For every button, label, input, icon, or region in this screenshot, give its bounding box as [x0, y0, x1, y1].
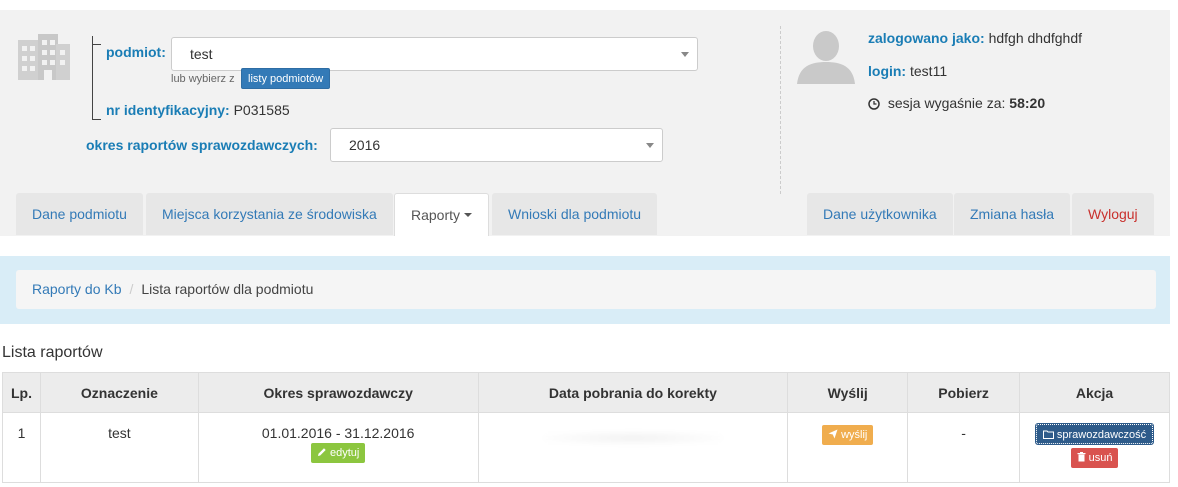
- login-line: login: test11: [868, 63, 947, 79]
- podmiot-label: podmiot:: [106, 44, 166, 60]
- vertical-divider: [780, 26, 781, 194]
- tab-label: Miejsca korzystania ze środowiska: [162, 206, 377, 222]
- delete-button-label: usuń: [1088, 452, 1113, 464]
- tab-label: Dane użytkownika: [823, 206, 937, 222]
- clock-icon: [868, 97, 880, 113]
- trash-icon: [1077, 449, 1086, 469]
- tab-label: Wnioski dla podmiotu: [508, 206, 642, 222]
- header-panel: podmiot: test lub wybierz z listy podmio…: [0, 10, 1170, 236]
- cell-lp: 1: [2, 412, 41, 483]
- okres-row: okres raportów sprawozdawczych:: [86, 137, 318, 153]
- avatar: [795, 26, 857, 87]
- edit-button-label: edytuj: [329, 447, 360, 459]
- cell-oznaczenie: test: [39, 412, 199, 483]
- cell-pobierz: -: [907, 412, 1021, 483]
- field-bracket: [92, 36, 102, 120]
- breadcrumb-panel: Raporty do Kb / Lista raportów dla podmiot…: [0, 256, 1170, 324]
- building-icon: [14, 32, 72, 83]
- col-header-lp: Lp.: [2, 372, 41, 413]
- tab-wnioski[interactable]: Wnioski dla podmiotu: [492, 193, 658, 235]
- redacted-date: [542, 431, 723, 445]
- caret-down-icon: [464, 213, 473, 217]
- pencil-icon: [317, 444, 327, 464]
- col-header-wyslij: Wyślij: [787, 372, 909, 413]
- paper-plane-icon: [828, 426, 838, 446]
- logged-as-value: hdfgh dhdfghdf: [988, 30, 1082, 46]
- podmiot-select-value: test: [190, 46, 213, 62]
- table-row: 1 test 01.01.2016 - 31.12.2016 edytuj wy…: [2, 412, 1170, 483]
- list-title: Lista raportów: [2, 344, 103, 361]
- okres-select[interactable]: 2016: [330, 128, 663, 162]
- sprawozdawczosc-button-label: sprawozdawczość: [1056, 429, 1147, 441]
- lub-wybierz-text: lub wybierz z: [171, 73, 235, 85]
- breadcrumb-link-raporty[interactable]: Raporty do Kb: [32, 281, 122, 297]
- chevron-down-icon: [681, 52, 689, 57]
- tab-wyloguj[interactable]: Wyloguj: [1072, 193, 1154, 235]
- session-value: 58:20: [1009, 95, 1046, 111]
- send-button-label: wyślij: [841, 429, 868, 441]
- login-value: test11: [910, 63, 948, 79]
- col-header-okres: Okres sprawozdawczy: [197, 372, 479, 413]
- logged-as-label: zalogowano jako:: [868, 30, 985, 46]
- tab-dane-podmiotu[interactable]: Dane podmiotu: [16, 193, 143, 235]
- tab-label: Dane podmiotu: [32, 206, 127, 222]
- nr-value: P031585: [233, 102, 290, 118]
- tab-label: Wyloguj: [1088, 206, 1138, 222]
- tab-dane-uzytkownika[interactable]: Dane użytkownika: [807, 193, 953, 235]
- podmiot-row: podmiot:: [106, 44, 166, 60]
- breadcrumb-current: Lista raportów dla podmiotu: [141, 281, 314, 297]
- col-header-pobierz: Pobierz: [907, 372, 1021, 413]
- breadcrumb: Raporty do Kb / Lista raportów dla podmiot…: [16, 270, 1156, 309]
- chevron-down-icon: [646, 143, 654, 148]
- lista-podmiotow-button[interactable]: listy podmiotów: [241, 68, 331, 89]
- col-header-akcja: Akcja: [1019, 372, 1170, 413]
- session-label: sesja wygaśnie za:: [887, 95, 1006, 111]
- col-header-oznaczenie: Oznaczenie: [39, 372, 199, 413]
- okres-select-value: 2016: [349, 137, 381, 153]
- reports-table: Lp. Oznaczenie Okres sprawozdawczy Data …: [2, 372, 1170, 483]
- tab-raporty[interactable]: Raporty: [394, 193, 490, 236]
- nr-identyfikacyjny-row: nr identyfikacyjny: P031585: [106, 102, 290, 118]
- tab-label: Zmiana hasła: [970, 206, 1055, 222]
- cell-data-pobrania: [477, 412, 789, 483]
- okres-label: okres raportów sprawozdawczych:: [86, 137, 318, 153]
- sprawozdawczosc-button[interactable]: sprawozdawczość: [1034, 423, 1155, 446]
- session-line: sesja wygaśnie za: 58:20: [868, 95, 1045, 113]
- delete-button[interactable]: usuń: [1070, 448, 1119, 469]
- folder-icon: [1042, 426, 1054, 446]
- tab-miejsca-korzystania[interactable]: Miejsca korzystania ze środowiska: [146, 193, 393, 235]
- okres-value: 01.01.2016 - 31.12.2016: [261, 425, 415, 441]
- logged-as-line: zalogowano jako: hdfgh dhdfghdf: [868, 30, 1082, 46]
- nr-label: nr identyfikacyjny:: [106, 102, 230, 118]
- table-header-row: Lp. Oznaczenie Okres sprawozdawczy Data …: [2, 372, 1170, 413]
- podmiot-select[interactable]: test: [171, 37, 698, 71]
- cell-wyslij: wyślij: [787, 412, 909, 483]
- tab-label: Raporty: [411, 207, 461, 223]
- tab-zmiana-hasla[interactable]: Zmiana hasła: [954, 193, 1071, 235]
- login-label: login:: [868, 63, 907, 79]
- edit-button[interactable]: edytuj: [310, 443, 366, 464]
- cell-akcja: sprawozdawczość usuń: [1019, 412, 1170, 483]
- send-button[interactable]: wyślij: [822, 425, 874, 446]
- cell-okres: 01.01.2016 - 31.12.2016 edytuj: [197, 412, 479, 483]
- col-header-data-pobrania: Data pobrania do korekty: [477, 372, 789, 413]
- breadcrumb-separator: /: [129, 281, 134, 297]
